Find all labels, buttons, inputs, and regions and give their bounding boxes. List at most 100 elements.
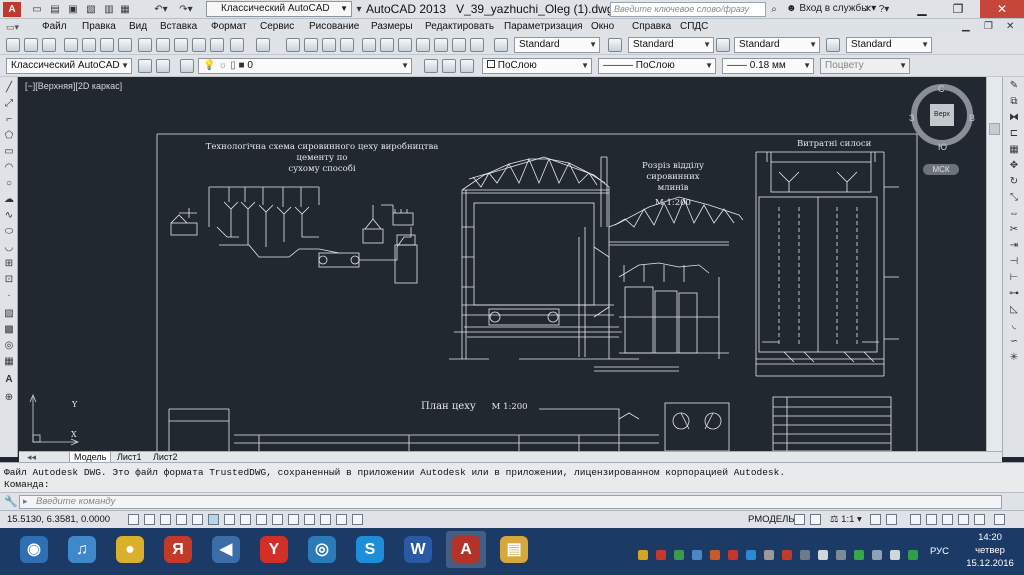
status-menu-icon[interactable] <box>974 514 985 525</box>
signal-icon[interactable] <box>818 550 828 560</box>
infer-constraints-toggle[interactable] <box>128 514 139 525</box>
tray-icon[interactable] <box>692 550 702 560</box>
workspace-combo[interactable]: Классический AutoCAD ▼ <box>206 1 352 17</box>
grid-toggle[interactable] <box>160 514 171 525</box>
tool-palettes-icon[interactable] <box>398 38 412 52</box>
make-current-layer-icon[interactable] <box>424 59 438 73</box>
lineweight-select[interactable]: —— 0.18 мм ▼ <box>722 58 814 74</box>
transparency-toggle[interactable] <box>304 514 315 525</box>
ellipse-icon[interactable]: ⬭ <box>3 227 15 237</box>
open-icon[interactable]: ▤ <box>48 2 62 17</box>
vertical-scrollbar[interactable] <box>986 77 1002 451</box>
zoom-realtime-icon[interactable] <box>304 38 318 52</box>
paste-icon[interactable] <box>174 38 188 52</box>
menu-file[interactable]: Файл <box>42 20 67 34</box>
erase-icon[interactable]: ✎ <box>1008 81 1020 91</box>
polyline-icon[interactable]: ⌐ <box>3 115 15 125</box>
taskbar-word-button[interactable]: W <box>398 531 438 568</box>
compass-south[interactable]: Ю <box>938 142 947 152</box>
gradient-icon[interactable]: ▩ <box>3 325 15 335</box>
qp-toggle[interactable] <box>320 514 331 525</box>
dyn-toggle[interactable] <box>272 514 283 525</box>
quick-view-drawings[interactable] <box>810 514 821 525</box>
xline-icon[interactable]: ⤢ <box>3 99 15 109</box>
am-toggle[interactable] <box>352 514 363 525</box>
redo-icon[interactable]: ↷▾ <box>175 2 197 17</box>
menu-window[interactable]: Окно <box>591 20 614 34</box>
circle-icon[interactable]: ○ <box>3 179 15 189</box>
color-select[interactable]: ПоСлою ▼ <box>482 58 592 74</box>
snap-toggle[interactable] <box>144 514 155 525</box>
plot-preview-icon[interactable]: ▦ <box>118 2 132 17</box>
arc-icon[interactable]: ◠ <box>3 163 15 173</box>
taskbar-owl-button[interactable]: ◉ <box>14 531 54 568</box>
lwt-toggle[interactable] <box>288 514 299 525</box>
dim-style-icon[interactable] <box>608 38 622 52</box>
menu-edit[interactable]: Правка <box>82 20 116 34</box>
polar-toggle[interactable] <box>192 514 203 525</box>
help-icon[interactable]: ?▾ <box>878 2 890 17</box>
tray-icon[interactable] <box>908 550 918 560</box>
clock[interactable]: 14:20 четвер 15.12.2016 <box>960 531 1020 570</box>
dim-style-select[interactable]: Standard ▼ <box>628 37 714 53</box>
linetype-select[interactable]: ——— ПоСлою ▼ <box>598 58 716 74</box>
stretch-icon[interactable]: ⇔ <box>1008 209 1020 219</box>
customize-icon[interactable] <box>156 59 170 73</box>
table-icon[interactable]: ▦ <box>3 357 15 367</box>
new-icon[interactable]: ▭ <box>30 2 44 17</box>
chamfer-icon[interactable]: ◺ <box>1008 305 1020 315</box>
print-icon[interactable] <box>64 38 78 52</box>
save-icon[interactable] <box>42 38 56 52</box>
menu-spds[interactable]: СПДС <box>680 20 708 34</box>
otrack-toggle[interactable] <box>240 514 251 525</box>
zoom-previous-icon[interactable] <box>340 38 354 52</box>
undo-icon[interactable]: ↶▾ <box>150 2 172 17</box>
tray-icon[interactable] <box>710 550 720 560</box>
autocad-app-icon[interactable]: A <box>3 2 21 17</box>
menu-close-icon[interactable]: ✕ <box>1006 20 1014 34</box>
zoom-window-icon[interactable] <box>322 38 336 52</box>
rectangle-icon[interactable]: ▭ <box>3 147 15 157</box>
region-icon[interactable]: ◎ <box>3 341 15 351</box>
join-icon[interactable]: ⊶ <box>1008 289 1020 299</box>
revcloud-icon[interactable]: ☁ <box>3 195 15 205</box>
tray-icon[interactable] <box>746 550 756 560</box>
saveas-icon[interactable]: ▧ <box>84 2 98 17</box>
taskbar-yandex-button[interactable]: Y <box>254 531 294 568</box>
text-style-select[interactable]: Standard ▼ <box>514 37 600 53</box>
clean-screen-icon[interactable] <box>994 514 1005 525</box>
menu-help[interactable]: Справка <box>632 20 671 34</box>
hatch-icon[interactable]: ▨ <box>3 309 15 319</box>
explode-icon[interactable]: ✳ <box>1008 353 1020 363</box>
wrench-icon[interactable]: 🔧 <box>4 495 18 508</box>
mleader-style-icon[interactable] <box>826 38 840 52</box>
hardware-accel-icon[interactable] <box>942 514 953 525</box>
plotstyle-select[interactable]: Поцвету ▼ <box>820 58 910 74</box>
dropdown-icon[interactable]: ▾ <box>354 2 364 17</box>
menu-restore-icon[interactable]: ❐ <box>984 20 993 34</box>
command-input[interactable]: Введите команду <box>19 495 1002 509</box>
layer-states-icon[interactable] <box>460 59 474 73</box>
offset-icon[interactable]: ⊏ <box>1008 129 1020 139</box>
add-selected-icon[interactable]: ⊕ <box>3 393 15 403</box>
table-style-icon[interactable] <box>716 38 730 52</box>
compass-north[interactable]: С <box>938 84 945 94</box>
tray-icon[interactable] <box>638 550 648 560</box>
quick-view-layouts[interactable] <box>794 514 805 525</box>
annotation-visibility[interactable] <box>870 514 881 525</box>
tray-icon[interactable] <box>656 550 666 560</box>
battery-icon[interactable] <box>836 550 846 560</box>
layer-previous-icon[interactable] <box>442 59 456 73</box>
menu-tools[interactable]: Сервис <box>260 20 294 34</box>
menu-modify[interactable]: Редактировать <box>425 20 494 34</box>
nvidia-icon[interactable] <box>854 550 864 560</box>
menu-format[interactable]: Формат <box>211 20 247 34</box>
match-properties-icon[interactable] <box>192 38 206 52</box>
spline-icon[interactable]: ∿ <box>3 211 15 221</box>
menu-minimize-icon[interactable]: ▁ <box>962 20 970 34</box>
tray-icon[interactable] <box>764 550 774 560</box>
tray-icon[interactable] <box>728 550 738 560</box>
scroll-thumb[interactable] <box>989 123 1000 135</box>
viewcube-face[interactable]: Верх <box>930 104 954 126</box>
rotate-icon[interactable]: ↻ <box>1008 177 1020 187</box>
